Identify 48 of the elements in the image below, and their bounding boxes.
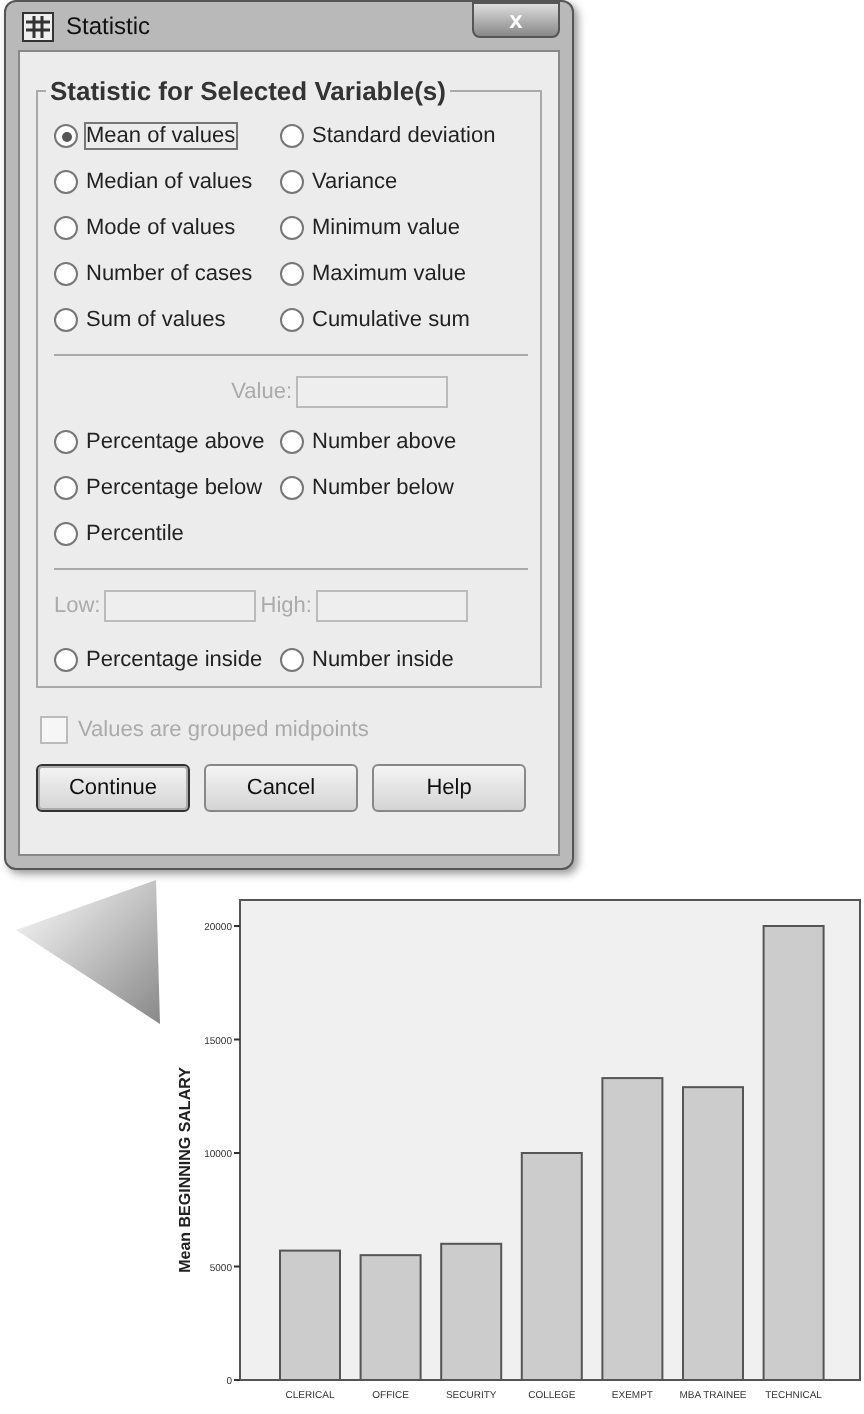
- radio-label[interactable]: Maximum value: [312, 262, 467, 286]
- radio-button[interactable]: [280, 476, 304, 500]
- radio-button[interactable]: [54, 124, 78, 148]
- radio-button[interactable]: [54, 648, 78, 672]
- radio-button[interactable]: [280, 170, 304, 194]
- radio-button[interactable]: [280, 124, 304, 148]
- radio-label[interactable]: Percentage below: [86, 476, 263, 500]
- y-axis-title: Mean BEGINNING SALARY: [176, 1067, 194, 1273]
- dialog-button[interactable]: Continue: [36, 764, 190, 812]
- grid-icon: [22, 11, 54, 41]
- radio-label[interactable]: Variance: [312, 170, 398, 194]
- radio-label[interactable]: Number of cases: [86, 262, 253, 286]
- radio-button[interactable]: [280, 216, 304, 240]
- radio-button[interactable]: [54, 476, 78, 500]
- radio-button[interactable]: [54, 430, 78, 454]
- radio-label[interactable]: Mode of values: [86, 216, 236, 240]
- radio-label[interactable]: Percentile: [86, 522, 184, 546]
- radio-label[interactable]: Number above: [312, 430, 457, 454]
- radio-button[interactable]: [54, 522, 78, 546]
- field-label: High:: [260, 594, 312, 618]
- bar: [359, 1254, 422, 1381]
- radio-label[interactable]: Median of values: [86, 170, 253, 194]
- bar: [440, 1242, 503, 1381]
- radio-label[interactable]: Sum of values: [86, 308, 226, 332]
- radio-button[interactable]: [54, 308, 78, 332]
- radio-button[interactable]: [280, 308, 304, 332]
- radio-label[interactable]: Number below: [312, 476, 454, 500]
- radio-button[interactable]: [280, 648, 304, 672]
- radio-label[interactable]: Number inside: [312, 648, 454, 672]
- radio-button[interactable]: [54, 170, 78, 194]
- dialog-button[interactable]: Help: [372, 764, 526, 812]
- callout-pointer: [16, 880, 160, 1024]
- field-label: Low:: [54, 594, 101, 618]
- dialog-button[interactable]: Cancel: [204, 764, 358, 812]
- radio-label[interactable]: Percentage inside: [86, 648, 263, 672]
- bar: [279, 1249, 341, 1381]
- radio-button[interactable]: [280, 262, 304, 286]
- radio-label[interactable]: Mean of values: [86, 124, 236, 148]
- radio-label[interactable]: Percentage above: [86, 430, 265, 454]
- radio-button[interactable]: [54, 216, 78, 240]
- radio-button[interactable]: [280, 430, 304, 454]
- group-title: Statistic for Selected Variable(s): [48, 76, 448, 106]
- field-label: Value:: [231, 380, 292, 404]
- radio-label[interactable]: Minimum value: [312, 216, 460, 240]
- radio-button[interactable]: [54, 262, 78, 286]
- radio-label[interactable]: Standard deviation: [312, 124, 496, 148]
- radio-label[interactable]: Cumulative sum: [312, 308, 470, 332]
- window-title: Statistic: [66, 12, 153, 40]
